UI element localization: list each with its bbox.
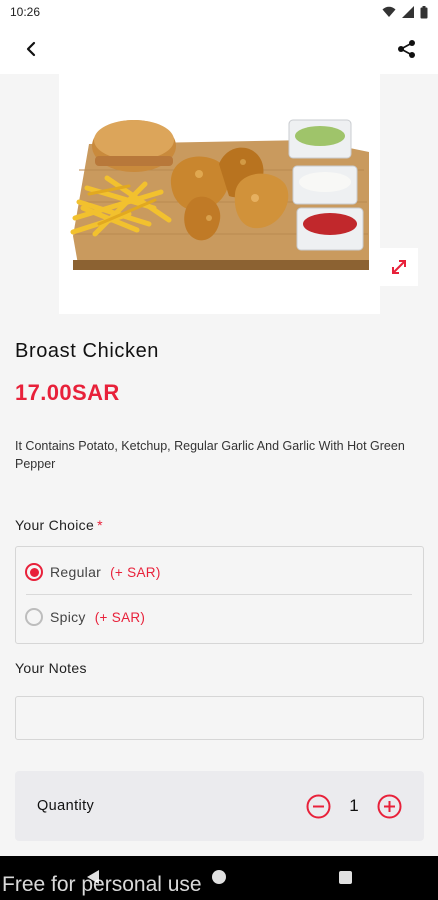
required-mark: * <box>97 517 103 533</box>
product-description: It Contains Potato, Ketchup, Regular Gar… <box>15 439 405 471</box>
quantity-stepper: 1 <box>306 794 402 819</box>
option-extra-price: (+ SAR) <box>94 609 146 625</box>
choice-options: Regular (+ SAR) Spicy (+ SAR) <box>15 546 424 644</box>
notes-label: Your Notes <box>15 660 87 676</box>
status-icons <box>382 5 428 19</box>
option-extra-price: (+ SAR) <box>110 564 161 580</box>
choice-label: Your Choice * <box>15 517 103 533</box>
status-time: 10:26 <box>10 5 41 19</box>
radio-button-checked[interactable] <box>25 563 43 581</box>
product-price: 17.00SAR <box>15 380 120 405</box>
share-icon <box>398 40 415 58</box>
expand-image-button[interactable] <box>380 248 418 286</box>
product-photo-illustration <box>59 74 380 314</box>
share-button[interactable] <box>394 36 420 62</box>
radio-button[interactable] <box>25 608 43 626</box>
plus-circle-icon <box>377 794 402 818</box>
back-arrow-icon <box>26 41 36 57</box>
quantity-value: 1 <box>349 796 359 815</box>
app-bar <box>0 24 438 74</box>
option-spicy[interactable]: Spicy (+ SAR) <box>25 606 145 628</box>
quantity-label: Quantity <box>37 798 95 814</box>
option-regular[interactable]: Regular (+ SAR) <box>25 561 161 583</box>
status-bar: 10:26 <box>0 0 438 24</box>
option-divider <box>26 594 412 595</box>
quantity-panel: Quantity 1 <box>15 771 424 841</box>
expand-icon <box>392 260 406 274</box>
option-label: Regular <box>50 564 102 580</box>
wifi-icon <box>382 6 396 17</box>
decrease-quantity-button[interactable] <box>306 794 331 819</box>
minus-circle-icon <box>306 794 331 818</box>
battery-icon <box>420 5 428 18</box>
back-button[interactable] <box>18 36 44 62</box>
notes-input[interactable] <box>15 696 424 740</box>
signal-icon <box>402 6 414 18</box>
nav-home-icon[interactable] <box>212 870 226 884</box>
choice-label-text: Your Choice <box>15 517 95 533</box>
watermark-text: Free for personal use <box>2 873 202 896</box>
product-title: Broast Chicken <box>15 340 160 362</box>
increase-quantity-button[interactable] <box>377 794 402 819</box>
nav-recent-apps-icon[interactable] <box>339 871 352 884</box>
option-label: Spicy <box>50 609 86 625</box>
product-image <box>59 74 380 314</box>
